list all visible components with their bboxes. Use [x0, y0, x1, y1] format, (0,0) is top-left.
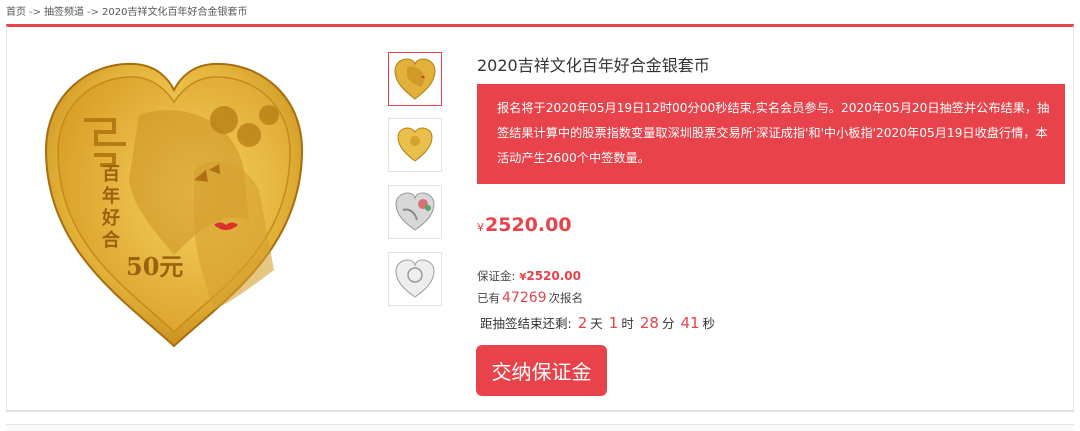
- countdown-hours: 1: [608, 314, 619, 332]
- breadcrumb-separator: ->: [87, 7, 99, 18]
- gold-coin-back-thumbnail-icon: [397, 127, 433, 162]
- gold-heart-coin-image: 百 年 好 合 50元: [44, 62, 304, 348]
- countdown-minutes: 28: [639, 314, 659, 332]
- pay-deposit-button[interactable]: 交纳保证金: [476, 345, 607, 396]
- lottery-notice-banner: 报名将于2020年05月19日12时00分00秒结束,实名会员参与。2020年0…: [477, 84, 1065, 184]
- product-title: 2020吉祥文化百年好合金银套币: [477, 56, 710, 75]
- thumbnail-gold-back[interactable]: [388, 118, 442, 172]
- countdown-hours-unit: 时: [621, 316, 634, 331]
- countdown-seconds-unit: 秒: [702, 316, 716, 331]
- silver-coin-front-thumbnail-icon: [395, 192, 435, 231]
- breadcrumb-separator: ->: [29, 7, 41, 18]
- silver-coin-back-thumbnail-icon: [395, 259, 435, 298]
- countdown-minutes-unit: 分: [661, 316, 675, 331]
- breadcrumb-channel-link[interactable]: 抽签频道: [44, 3, 84, 18]
- coin-face-value: 50元: [126, 252, 183, 281]
- thumbnail-silver-front[interactable]: [388, 185, 442, 239]
- registration-count: 已有 47269 次报名: [477, 290, 583, 306]
- count-suffix: 次报名: [548, 291, 584, 305]
- deposit-amount: ¥2520.00: [519, 269, 581, 283]
- thumbnail-gold-front[interactable]: [388, 52, 442, 106]
- breadcrumb-home-link[interactable]: 首页: [6, 3, 26, 18]
- coin-char-4: 合: [102, 229, 121, 251]
- main-product-image: 百 年 好 合 50元: [44, 60, 304, 350]
- deposit-value: 2520.00: [526, 269, 581, 283]
- price-currency-symbol: ¥: [477, 221, 484, 234]
- countdown-days-unit: 天: [590, 316, 603, 331]
- gold-coin-front-thumbnail-icon: [394, 58, 436, 100]
- count-value: 47269: [502, 290, 547, 306]
- next-section-divider: [6, 424, 1074, 431]
- deposit-info: 保证金: ¥2520.00: [477, 268, 581, 284]
- product-price: ¥2520.00: [477, 214, 572, 236]
- thumbnail-silver-back[interactable]: [388, 252, 442, 306]
- coin-char-2: 年: [102, 185, 120, 207]
- breadcrumb: 首页 -> 抽签频道 -> 2020吉祥文化百年好合金银套币: [6, 3, 247, 18]
- countdown-timer: 距抽签结束还剩: 2 天 1 时 28 分 41 秒: [480, 313, 715, 332]
- count-prefix: 已有: [477, 291, 500, 305]
- countdown-seconds: 41: [680, 314, 700, 332]
- breadcrumb-current[interactable]: 2020吉祥文化百年好合金银套币: [102, 3, 247, 18]
- countdown-days: 2: [577, 314, 588, 332]
- coin-char-3: 好: [101, 207, 120, 229]
- deposit-label: 保证金:: [477, 269, 516, 283]
- price-value: 2520.00: [485, 214, 572, 236]
- countdown-label: 距抽签结束还剩:: [480, 316, 572, 331]
- coin-char-1: 百: [102, 164, 120, 185]
